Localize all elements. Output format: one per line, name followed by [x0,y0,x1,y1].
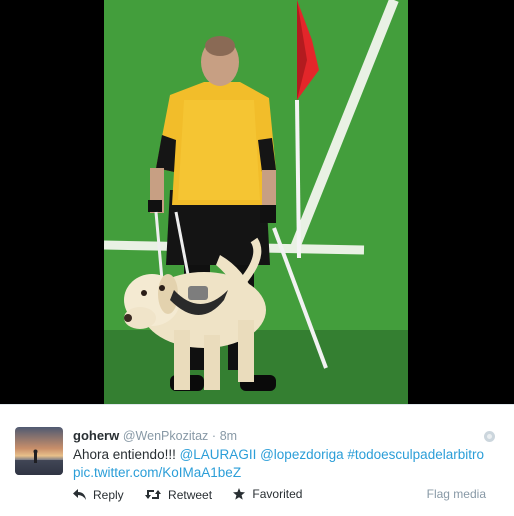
mention-link[interactable]: @LAURAGII [180,447,257,462]
favorite-label: Favorited [252,487,303,501]
tweet-photo[interactable] [104,0,408,404]
favorite-button[interactable]: Favorited [233,487,302,501]
mention-link[interactable]: @lopezdoriga [260,447,344,462]
media-viewer [0,0,514,404]
tweet-header: goherw @WenPkozitaz · 8m [73,428,237,444]
avatar[interactable] [15,427,63,475]
tweet-actions: Reply Retweet Favorited [73,487,320,505]
avatar-image [15,427,63,475]
reply-button[interactable]: Reply [73,488,124,502]
user-fullname[interactable]: goherw [73,428,119,443]
hashtag-link[interactable]: #todoesculpadelarbitro [347,447,484,462]
tweet-card: goherw @WenPkozitaz · 8m Ahora entiendo!… [0,404,514,516]
photo-illustration [104,0,408,404]
separator: · [211,429,217,443]
user-handle[interactable]: @WenPkozitaz [123,429,208,443]
retweet-button[interactable]: Retweet [145,488,212,502]
tweet-text-plain: Ahora entiendo!!! [73,447,176,462]
reply-icon [73,489,86,500]
tweet-text: Ahora entiendo!!! @LAURAGII @lopezdoriga… [73,446,508,482]
globe-icon [484,431,495,442]
flag-media-link[interactable]: Flag media [427,487,486,501]
tweet-timestamp[interactable]: 8m [220,429,237,443]
retweet-icon [145,490,162,499]
star-icon [233,488,246,500]
media-link[interactable]: pic.twitter.com/KoIMaA1beZ [73,465,241,480]
reply-label: Reply [93,487,124,502]
retweet-label: Retweet [168,487,213,502]
